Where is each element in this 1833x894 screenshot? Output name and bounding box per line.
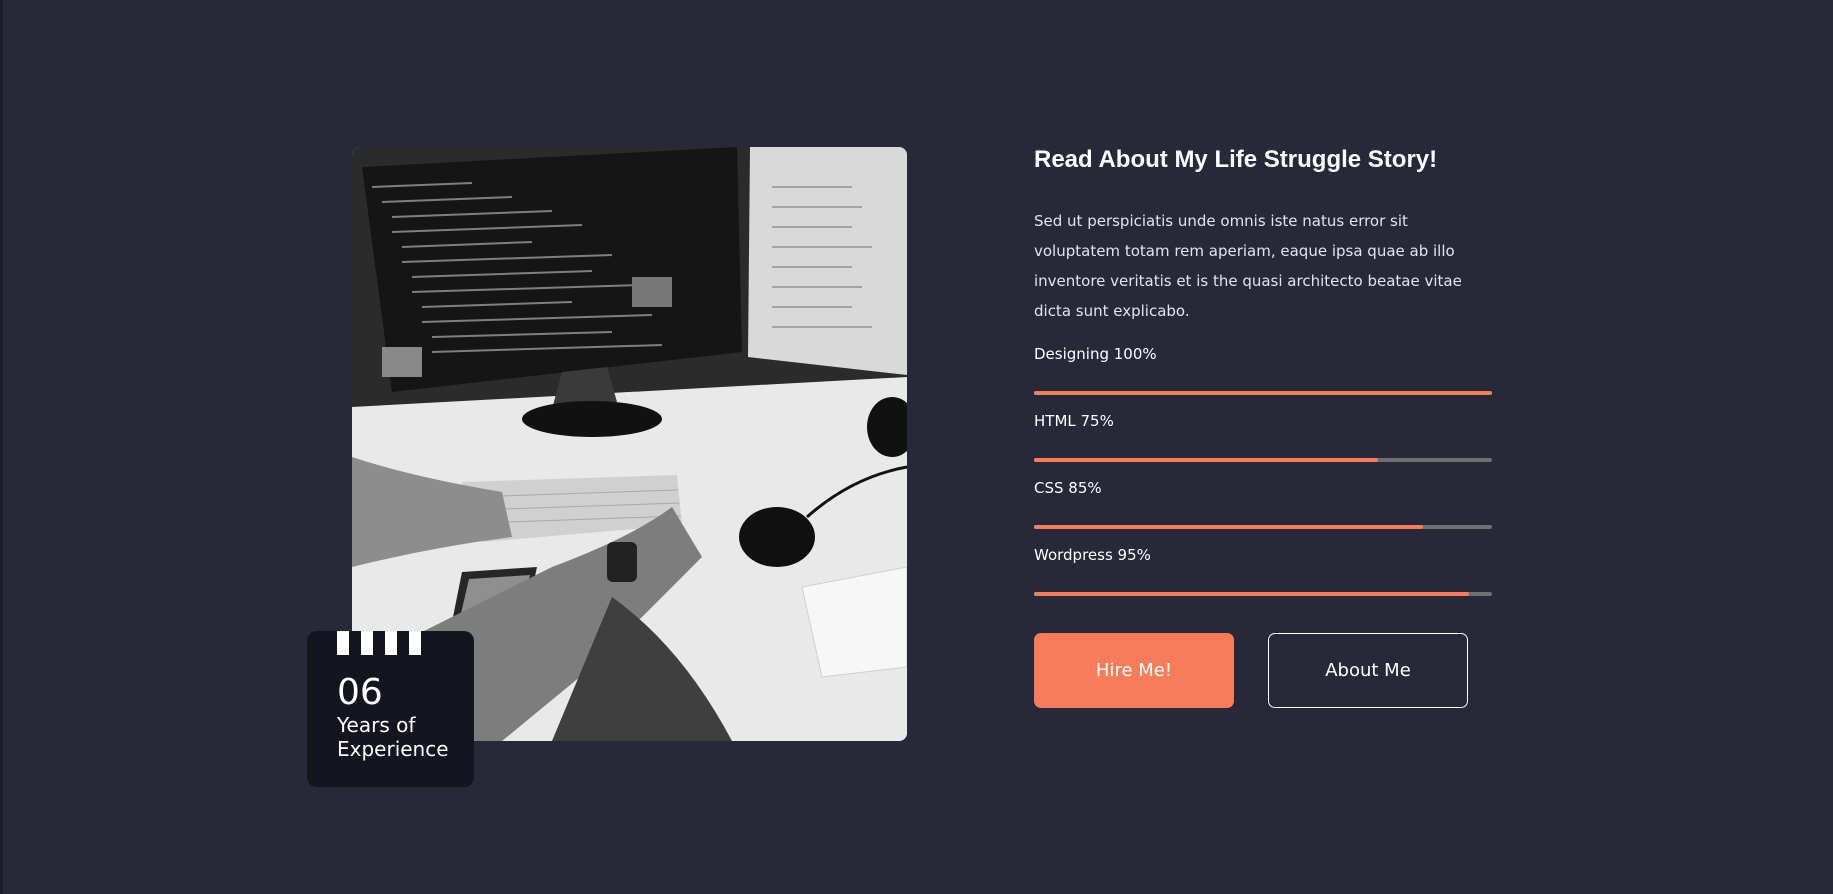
skill-html: HTML 75% (1034, 411, 1494, 462)
skill-wordpress: Wordpress 95% (1034, 545, 1494, 596)
skill-progress-fill (1034, 391, 1492, 395)
skill-progress-fill (1034, 458, 1378, 462)
experience-years: 06 (337, 672, 383, 713)
skill-css: CSS 85% (1034, 478, 1494, 529)
skill-progress-track (1034, 391, 1492, 395)
skill-progress-fill (1034, 525, 1424, 529)
about-me-button[interactable]: About Me (1268, 633, 1468, 708)
about-title: Read About My Life Struggle Story! (1034, 146, 1438, 173)
skill-designing: Designing 100% (1034, 344, 1494, 395)
skill-label: Designing 100% (1034, 345, 1157, 363)
skill-progress-track (1034, 592, 1492, 596)
skill-progress-track (1034, 525, 1492, 529)
experience-stripes (337, 631, 421, 655)
skill-label: CSS 85% (1034, 479, 1102, 497)
action-buttons: Hire Me! About Me (1034, 633, 1468, 708)
skill-label: Wordpress 95% (1034, 546, 1151, 564)
skill-progress-fill (1034, 592, 1470, 596)
experience-card: 06 Years of Experience (307, 631, 474, 787)
skill-progress-track (1034, 458, 1492, 462)
skill-label: HTML 75% (1034, 412, 1114, 430)
hire-me-button[interactable]: Hire Me! (1034, 633, 1234, 708)
about-description: Sed ut perspiciatis unde omnis iste natu… (1034, 212, 1462, 320)
about-section: 06 Years of Experience Read About My Lif… (0, 0, 1833, 894)
about-content: Read About My Life Struggle Story! Sed u… (1034, 144, 1494, 596)
experience-label: Years of Experience (337, 713, 449, 761)
